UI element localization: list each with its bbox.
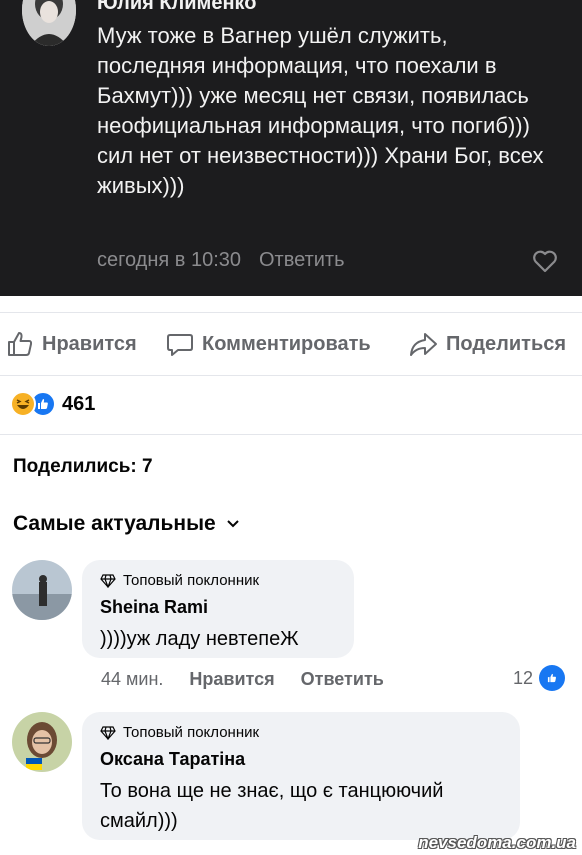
comment-bubble: Топовый поклонник Оксана Таратіна То вон… [82, 712, 520, 840]
badge-label: Топовый поклонник [123, 724, 260, 741]
reaction-count: 461 [62, 392, 96, 415]
comment-text: То вона ще не знає, що є танцюючий смайл… [100, 780, 444, 832]
comment-author[interactable]: Оксана Таратіна [100, 749, 502, 770]
comment-reply-link[interactable]: Ответить [301, 669, 384, 690]
shares-count[interactable]: Поделились: 7 [13, 456, 153, 478]
like-reaction-icon [539, 665, 566, 691]
comment-like-number: 12 [513, 667, 534, 688]
badge-label: Топовый поклонник [123, 572, 260, 589]
comment-like-link[interactable]: Нравится [189, 669, 274, 690]
heart-outline-icon [533, 250, 557, 273]
commenter-avatar[interactable] [12, 712, 72, 772]
reactions-summary[interactable]: 461 [10, 390, 95, 418]
thumbs-up-icon [8, 332, 33, 356]
comment-meta: 44 мин. Нравится Ответить [101, 669, 384, 690]
embedded-comment-meta: сегодня в 10:30 Ответить [97, 249, 345, 272]
like-button-label: Нравится [42, 332, 137, 355]
like-button[interactable]: Нравится [6, 313, 137, 375]
top-fan-badge: Топовый поклонник [100, 572, 336, 589]
commenter-avatar[interactable] [12, 560, 72, 620]
diamond-icon [100, 573, 116, 588]
embedded-reply-link: Ответить [259, 249, 345, 271]
sort-label: Самые актуальные [13, 512, 216, 535]
haha-reaction-icon [10, 391, 36, 417]
divider [0, 434, 582, 435]
embedded-author-name: Юлия Клименко [97, 0, 257, 14]
post-action-bar: Нравится Комментировать Поделиться [0, 312, 582, 376]
author-avatar [22, 0, 76, 46]
share-button-label: Поделиться [446, 332, 567, 355]
site-watermark: nevsedoma.com.ua [418, 833, 576, 852]
embedded-comment-screenshot: Юлия Клименко Муж тоже в Вагнер ушёл слу… [0, 0, 582, 296]
comment-like-count[interactable]: 12 [513, 665, 566, 691]
share-button[interactable]: Поделиться [408, 313, 566, 375]
diamond-icon [100, 725, 116, 740]
comment-sort-dropdown[interactable]: Самые актуальные [13, 512, 240, 536]
comment-time: 44 мин. [101, 669, 164, 689]
embedded-comment-text: Муж тоже в Вагнер ушёл служить, последня… [97, 23, 544, 198]
chevron-down-icon [227, 520, 239, 528]
share-arrow-icon [410, 333, 437, 356]
comment-button[interactable]: Комментировать [166, 313, 371, 375]
comment-bubble: Топовый поклонник Sheina Rami ))))уж лад… [82, 560, 354, 658]
top-fan-badge: Топовый поклонник [100, 724, 502, 741]
comment-text: ))))уж ладу невтепеЖ [100, 628, 299, 650]
comment-button-label: Комментировать [202, 332, 371, 355]
embedded-comment-time: сегодня в 10:30 [97, 249, 241, 271]
comment-bubble-icon [167, 334, 193, 356]
comment-author[interactable]: Sheina Rami [100, 597, 336, 618]
